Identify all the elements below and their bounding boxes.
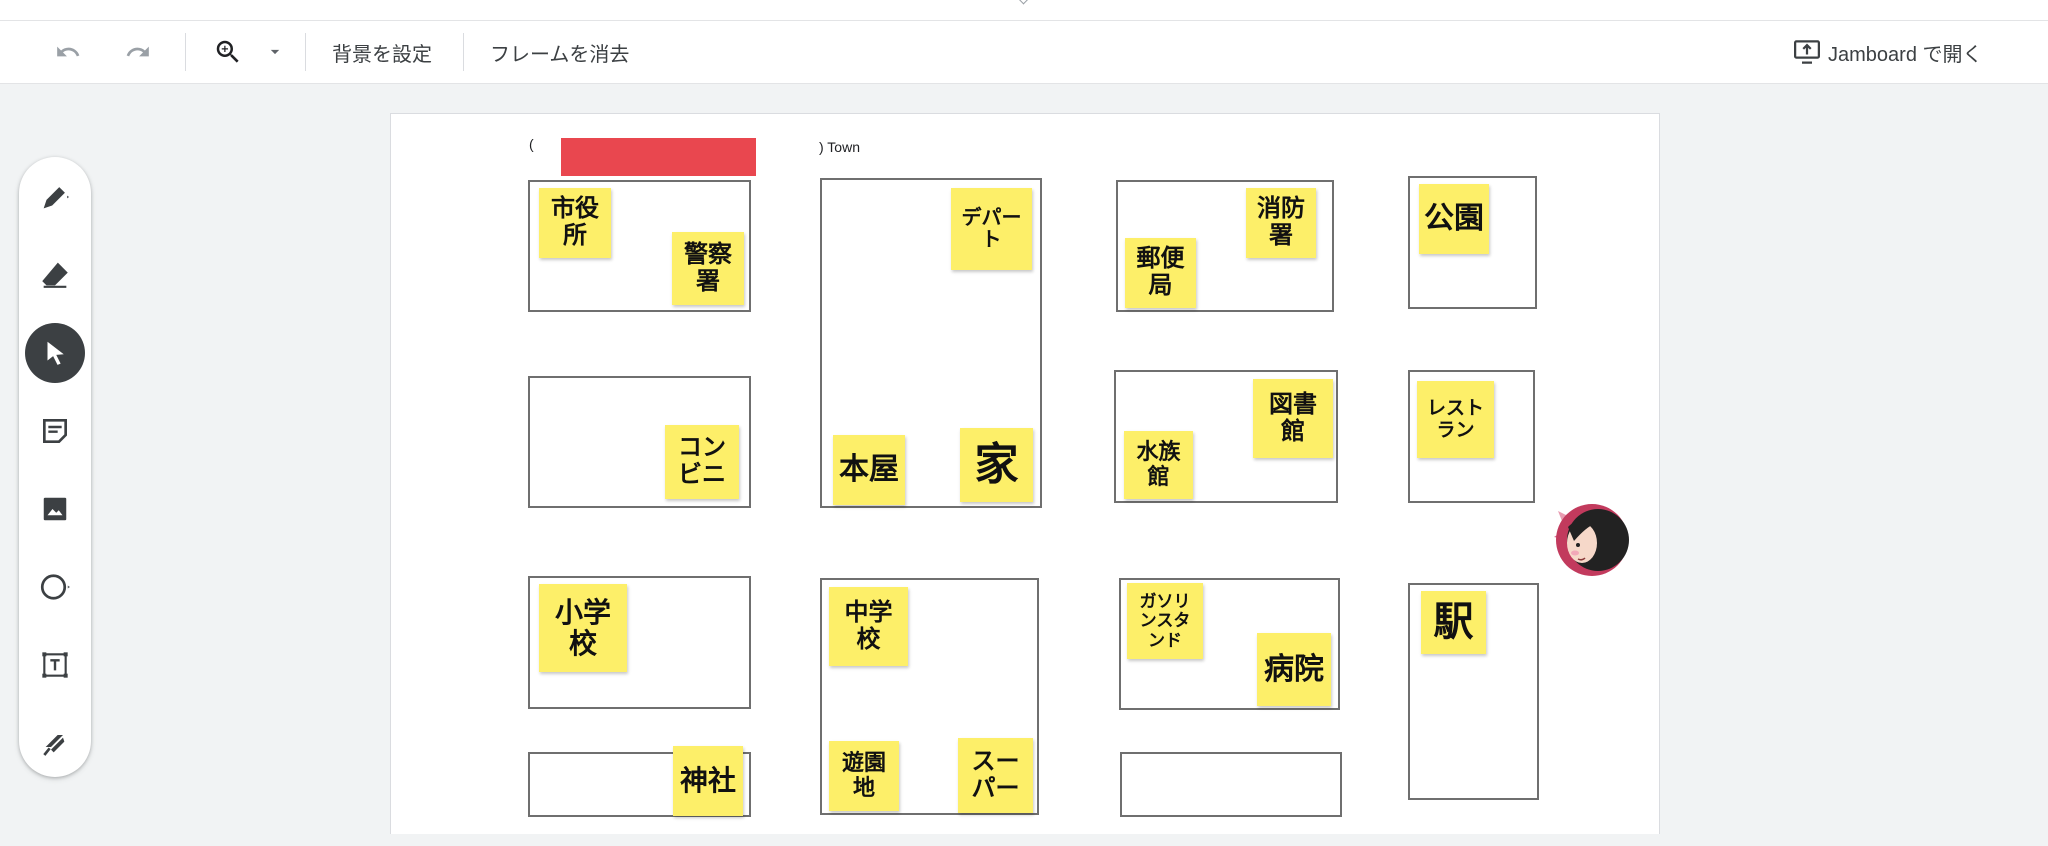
sticky-note-post-office[interactable]: 郵便 局 [1125,238,1196,308]
redo-icon [126,46,149,57]
sticky-note-aquarium[interactable]: 水族 館 [1124,431,1193,499]
select-tool[interactable] [25,323,85,383]
toolbar-divider [305,33,306,71]
clear-frame-button[interactable]: フレームを消去 [490,35,629,69]
image-tool[interactable] [25,479,85,539]
sticky-note-shrine[interactable]: 神社 [673,746,743,816]
circle-icon [40,574,70,600]
pen-tool[interactable] [25,167,85,227]
laser-pointer-icon [43,735,65,756]
zoom-in-icon [216,40,239,63]
toolbar-divider [463,33,464,71]
text-box-icon [42,652,68,678]
sticky-note-park[interactable]: 公園 [1419,184,1489,254]
town-title-open-paren: ( [529,136,534,152]
open-external-icon [1794,40,1820,64]
chevron-down-icon [1018,0,1029,5]
sticky-note-elementary-school[interactable]: 小学 校 [539,584,627,672]
zoom-dropdown-button[interactable] [262,35,288,69]
toolbar-divider [185,33,186,71]
open-in-jamboard-button[interactable]: Jamboard で開く [1792,35,1983,69]
cursor-arrow-icon [47,341,64,365]
open-in-jamboard-label: Jamboard で開く [1828,43,1983,66]
map-block [1120,752,1342,817]
town-title-suffix: ) Town [819,139,860,155]
pen-icon [43,187,70,209]
character-avatar[interactable] [1548,501,1630,579]
sticky-note-supermarket[interactable]: スー パー [958,738,1033,813]
redacted-name-box [561,138,756,176]
sticky-note-icon [43,419,67,443]
sticky-note-restaurant[interactable]: レスト ラン [1417,381,1494,458]
text-box-tool[interactable] [25,635,85,695]
eraser-tool[interactable] [25,244,85,304]
sticky-note-fire-station[interactable]: 消防 署 [1246,188,1316,258]
sticky-note-hospital[interactable]: 病院 [1257,633,1331,706]
sticky-note-gas-station[interactable]: ガソリ ンスタ ンド [1127,583,1203,659]
toolbar: 背景を設定 フレームを消去 Jamboard で開く [0,21,2048,84]
sticky-note-city-hall[interactable]: 市役 所 [539,188,611,258]
sticky-note-police-station[interactable]: 警察 署 [672,232,744,305]
caret-down-icon [270,49,280,55]
redo-button[interactable] [118,35,158,69]
eraser-icon [42,262,68,288]
jam-frame-canvas[interactable]: ( ) Town 市役 所 警察 署 デパー ト 消防 署 郵便 局 公園 コン… [390,113,1660,834]
zoom-button[interactable] [208,35,248,69]
sticky-note-house[interactable]: 家 [960,428,1033,502]
sticky-note-library[interactable]: 図書 館 [1253,379,1333,458]
sticky-note-junior-high-school[interactable]: 中学 校 [829,587,908,666]
laser-tool[interactable] [25,713,85,773]
sticky-note-convenience-store[interactable]: コン ビニ [665,425,739,499]
set-background-button[interactable]: 背景を設定 [332,35,432,69]
undo-button[interactable] [48,35,88,69]
shape-tool[interactable] [25,557,85,617]
image-icon [43,497,67,521]
undo-icon [57,46,80,57]
sticky-note-tool[interactable] [25,401,85,461]
title-strip [0,0,2048,21]
tool-palette [19,157,91,777]
sticky-note-department-store[interactable]: デパー ト [951,188,1032,270]
sticky-note-amusement-park[interactable]: 遊園 地 [829,741,899,811]
sticky-note-station[interactable]: 駅 [1421,591,1486,654]
sticky-note-bookstore[interactable]: 本屋 [833,435,905,505]
